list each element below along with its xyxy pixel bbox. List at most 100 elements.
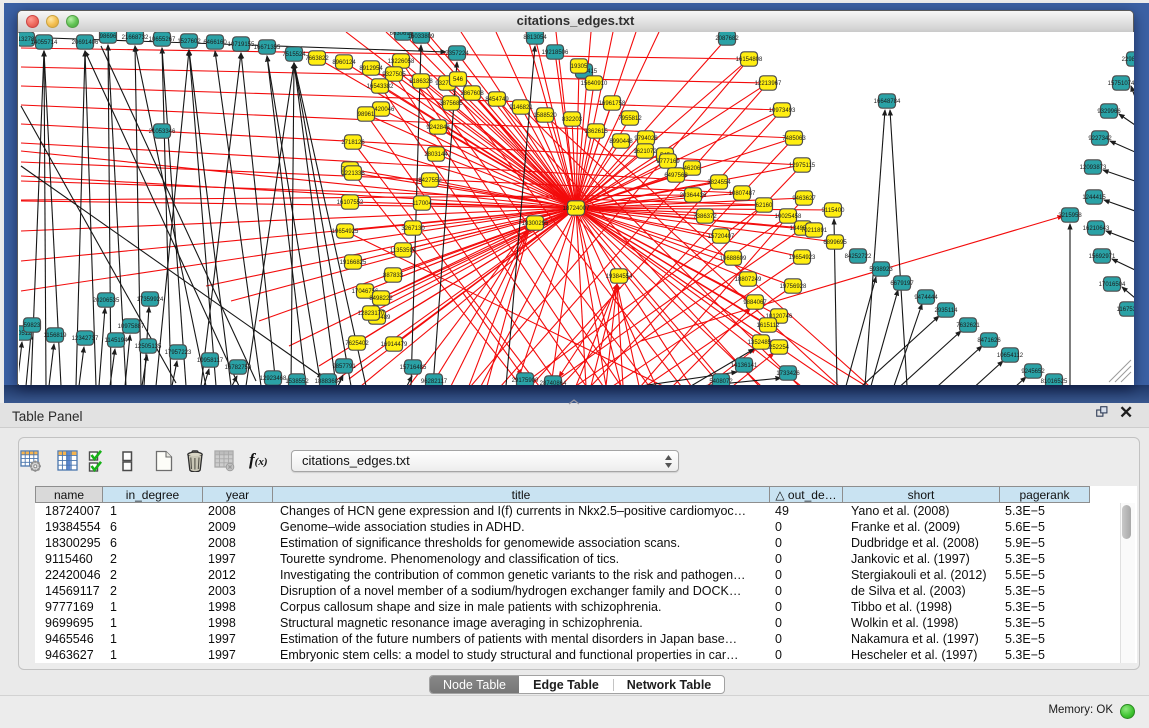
svg-text:12923468: 12923468 — [260, 376, 287, 382]
svg-text:9794028: 9794028 — [634, 136, 658, 142]
svg-text:8960124: 8960124 — [332, 60, 356, 66]
svg-text:96282117: 96282117 — [421, 379, 448, 385]
svg-text:10975887: 10975887 — [118, 324, 145, 330]
svg-text:8912954: 8912954 — [359, 66, 383, 72]
svg-text:7386372: 7386372 — [693, 214, 717, 220]
svg-text:16782759: 16782759 — [225, 365, 252, 371]
svg-text:1145194: 1145194 — [105, 338, 129, 344]
svg-text:19384554: 19384554 — [606, 274, 633, 280]
svg-text:2867608: 2867608 — [460, 91, 484, 97]
svg-text:16671355: 16671355 — [254, 45, 281, 51]
svg-text:16543382: 16543382 — [367, 84, 394, 90]
svg-text:3267130: 3267130 — [401, 226, 425, 232]
svg-text:59823: 59823 — [24, 323, 41, 329]
svg-text:12975115: 12975115 — [789, 163, 816, 169]
svg-text:19654925: 19654925 — [332, 229, 359, 235]
svg-text:10025458: 10025458 — [775, 214, 802, 220]
svg-text:17016504: 17016504 — [1099, 282, 1126, 288]
svg-text:1167533: 1167533 — [1117, 307, 1134, 313]
svg-text:10719155: 10719155 — [228, 42, 255, 48]
svg-text:1538552: 1538552 — [285, 379, 309, 385]
svg-text:16154808: 16154808 — [736, 57, 763, 63]
svg-text:19654923: 19654923 — [789, 255, 816, 261]
svg-text:18300295: 18300295 — [522, 221, 549, 227]
svg-text:9857791: 9857791 — [332, 364, 356, 370]
svg-text:19305: 19305 — [571, 64, 588, 70]
svg-text:7357224: 7357224 — [445, 51, 469, 57]
svg-text:10973493: 10973493 — [769, 108, 796, 114]
svg-text:20364436: 20364436 — [680, 193, 707, 199]
svg-text:22981052: 22981052 — [1122, 57, 1134, 63]
svg-text:81016525: 81016525 — [1041, 379, 1068, 385]
svg-text:9329966: 9329966 — [1097, 109, 1121, 115]
svg-text:46206: 46206 — [684, 166, 701, 172]
svg-text:28740864: 28740864 — [540, 381, 567, 385]
svg-text:9884067: 9884067 — [743, 300, 767, 306]
svg-text:15716485: 15716485 — [400, 365, 427, 371]
svg-text:15751074: 15751074 — [1108, 81, 1134, 87]
svg-text:16107552: 16107552 — [337, 200, 364, 206]
svg-text:19218506: 19218506 — [542, 50, 569, 56]
svg-text:15640910: 15640910 — [581, 81, 608, 87]
svg-text:1156819: 1156819 — [44, 333, 68, 339]
svg-text:9242848: 9242848 — [426, 125, 450, 131]
svg-text:16210643: 16210643 — [1083, 226, 1110, 232]
svg-text:8498222: 8498222 — [369, 296, 393, 302]
svg-text:11353594: 11353594 — [390, 248, 417, 254]
svg-text:6679197: 6679197 — [890, 281, 914, 287]
svg-text:12505135: 12505135 — [135, 344, 162, 350]
svg-text:10958117: 10958117 — [197, 358, 224, 364]
svg-text:3215958: 3215958 — [1058, 213, 1082, 219]
svg-text:2935114: 2935114 — [935, 308, 959, 314]
svg-text:8186328: 8186328 — [409, 79, 433, 85]
svg-text:16914479: 16914479 — [381, 342, 408, 348]
svg-text:8471626: 8471626 — [977, 338, 1001, 344]
svg-text:17359924: 17359924 — [137, 297, 164, 303]
svg-text:9463627: 9463627 — [792, 196, 816, 202]
svg-text:1615112: 1615112 — [757, 323, 781, 329]
svg-text:3824554: 3824554 — [707, 180, 731, 186]
svg-text:18883684: 18883684 — [315, 379, 342, 385]
svg-text:16033809: 16033809 — [408, 34, 435, 40]
svg-text:16961758: 16961758 — [599, 101, 626, 107]
svg-text:7632621: 7632621 — [956, 323, 980, 329]
svg-text:98696: 98696 — [100, 34, 117, 40]
svg-text:9777169: 9777169 — [656, 159, 680, 165]
svg-text:546: 546 — [453, 77, 464, 83]
svg-text:16648784: 16648784 — [874, 99, 901, 105]
svg-text:8454749: 8454749 — [485, 97, 509, 103]
svg-text:14055714: 14055714 — [31, 40, 58, 46]
svg-text:12823170: 12823170 — [358, 311, 385, 317]
svg-text:832203: 832203 — [562, 117, 583, 123]
svg-text:1733426: 1733426 — [776, 371, 800, 377]
svg-text:12213967: 12213967 — [755, 81, 782, 87]
svg-text:7625402: 7625402 — [345, 341, 369, 347]
svg-text:1244415: 1244415 — [1082, 195, 1106, 201]
svg-text:9227342: 9227342 — [1088, 136, 1112, 142]
svg-text:12093873: 12093873 — [1080, 165, 1107, 171]
svg-text:19756928: 19756928 — [780, 284, 807, 290]
svg-text:84252722: 84252722 — [845, 254, 872, 260]
svg-text:8427552: 8427552 — [418, 178, 442, 184]
svg-text:1221338: 1221338 — [341, 171, 365, 177]
svg-text:21668732: 21668732 — [122, 35, 149, 41]
svg-text:9115400: 9115400 — [822, 208, 846, 214]
svg-text:17957223: 17957223 — [165, 350, 192, 356]
svg-text:887833: 887833 — [383, 273, 404, 279]
svg-text:117004: 117004 — [412, 201, 432, 207]
svg-text:15692971: 15692971 — [1089, 254, 1116, 260]
svg-text:20206535: 20206535 — [93, 298, 120, 304]
svg-text:18807249: 18807249 — [735, 277, 762, 283]
svg-text:252254: 252254 — [769, 345, 790, 351]
svg-text:20691406: 20691406 — [72, 40, 99, 46]
svg-text:2803144: 2803144 — [424, 152, 448, 158]
svg-text:70211891: 70211891 — [801, 228, 828, 234]
svg-text:10807487: 10807487 — [729, 191, 756, 197]
svg-text:12342737: 12342737 — [72, 336, 99, 342]
svg-text:7663822: 7663822 — [305, 56, 329, 62]
svg-text:10654112: 10654112 — [997, 353, 1024, 359]
svg-text:9245652: 9245652 — [1021, 369, 1045, 375]
svg-text:15720407: 15720407 — [708, 234, 735, 240]
svg-text:19166825: 19166825 — [340, 260, 367, 266]
svg-text:8990448: 8990448 — [609, 139, 633, 145]
